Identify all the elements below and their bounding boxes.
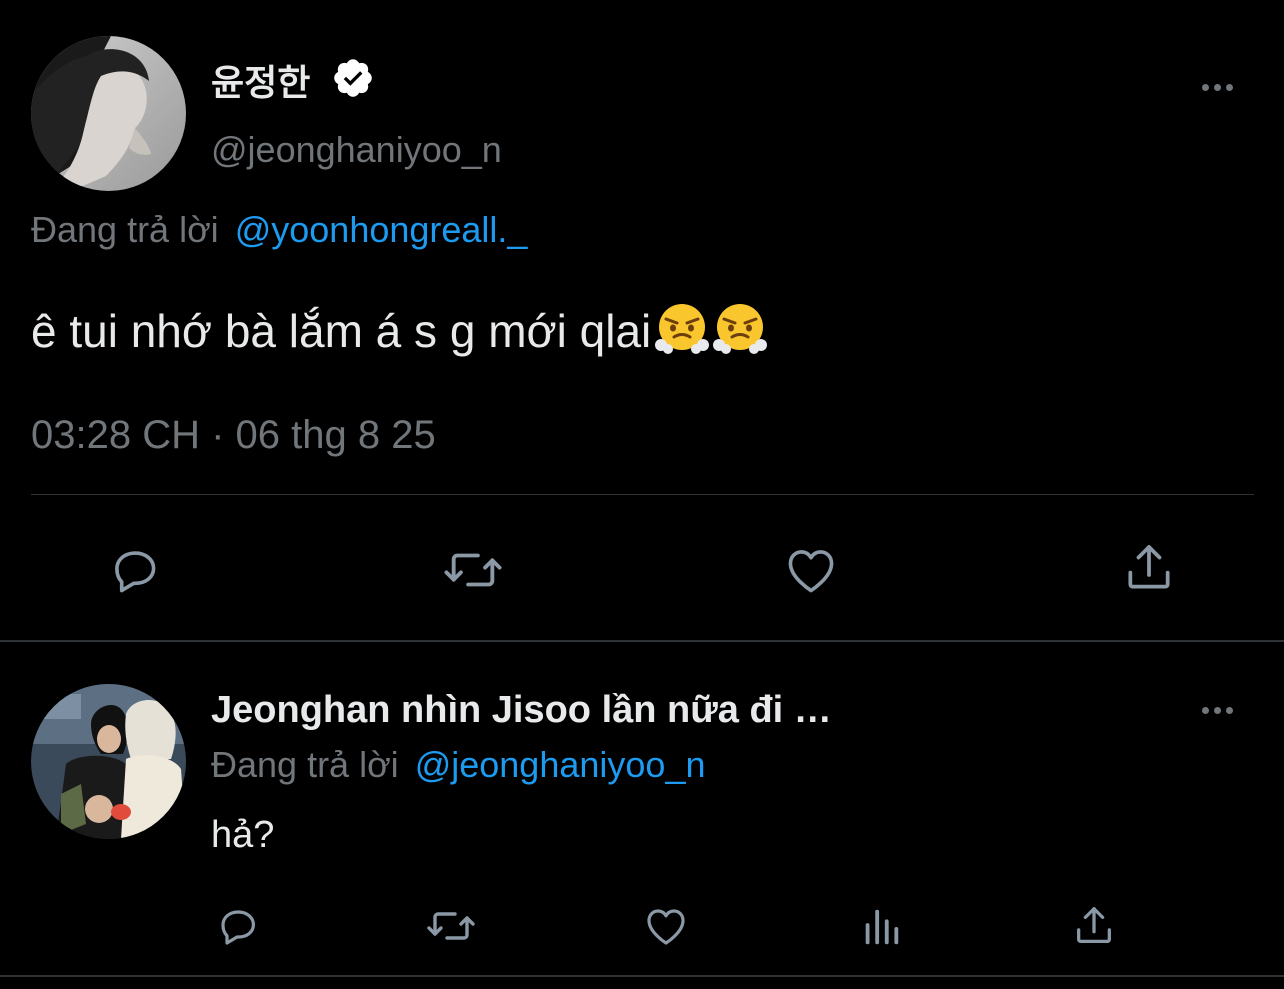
reply-more-options-icon[interactable] (1202, 707, 1233, 714)
share-icon (1128, 545, 1170, 589)
views-icon (865, 909, 899, 945)
reply-views-button[interactable] (858, 904, 904, 950)
divider-middle (0, 640, 1284, 642)
main-tweet-text: ê tui nhớ bà lắm á s g mới qlai (31, 301, 768, 366)
more-options-icon[interactable] (1202, 84, 1233, 91)
main-like-button[interactable] (781, 541, 841, 599)
reply-avatar[interactable] (31, 684, 186, 839)
main-display-name[interactable]: 윤정한 (211, 54, 310, 106)
divider-top (31, 494, 1254, 495)
reply-to-mention[interactable]: @yoonhongreall._ (235, 209, 528, 250)
reply-prefix-text: Đang trả lời (211, 744, 399, 785)
main-avatar[interactable] (31, 36, 186, 191)
main-handle[interactable]: @jeonghaniyoo_n (211, 129, 502, 171)
reply-to-mention[interactable]: @jeonghaniyoo_n (415, 744, 706, 785)
reply-display-name[interactable]: Jeonghan nhìn Jisoo lần nữa đi … (211, 689, 832, 732)
reply-reply-context: Đang trả lời @jeonghaniyoo_n (211, 744, 705, 786)
retweet-icon (427, 912, 475, 940)
display-name-text: 윤정한 (211, 62, 311, 103)
reply-share-button[interactable] (1071, 902, 1117, 950)
like-icon (647, 909, 685, 945)
main-reply-button[interactable] (106, 541, 164, 599)
verified-badge-icon (334, 59, 372, 97)
main-timestamp[interactable]: 03:28 CH · 06 thg 8 25 (31, 413, 436, 458)
reply-like-button[interactable] (641, 902, 691, 950)
share-icon (1077, 907, 1111, 943)
reply-icon (115, 551, 156, 593)
face-with-steam-from-nose-icon (713, 301, 768, 366)
divider-bottom (0, 975, 1284, 977)
reply-icon (221, 910, 255, 945)
retweet-icon (444, 553, 502, 587)
main-share-button[interactable] (1121, 539, 1177, 597)
like-icon (788, 550, 834, 593)
main-reply-context: Đang trả lời @yoonhongreall._ (31, 209, 527, 251)
tweet-thread: 윤정한 @jeonghaniyoo_n Đang trả lời @yoonho… (0, 0, 1284, 989)
main-retweet-button[interactable] (441, 541, 505, 599)
reply-prefix-text: Đang trả lời (31, 209, 219, 250)
reply-retweet-button[interactable] (424, 902, 478, 950)
tweet-text: ê tui nhớ bà lắm á s g mới qlai (31, 305, 652, 357)
reply-tweet-text: hả? (211, 814, 275, 856)
reply-reply-button[interactable] (214, 902, 262, 950)
face-with-steam-from-nose-icon (655, 301, 710, 366)
